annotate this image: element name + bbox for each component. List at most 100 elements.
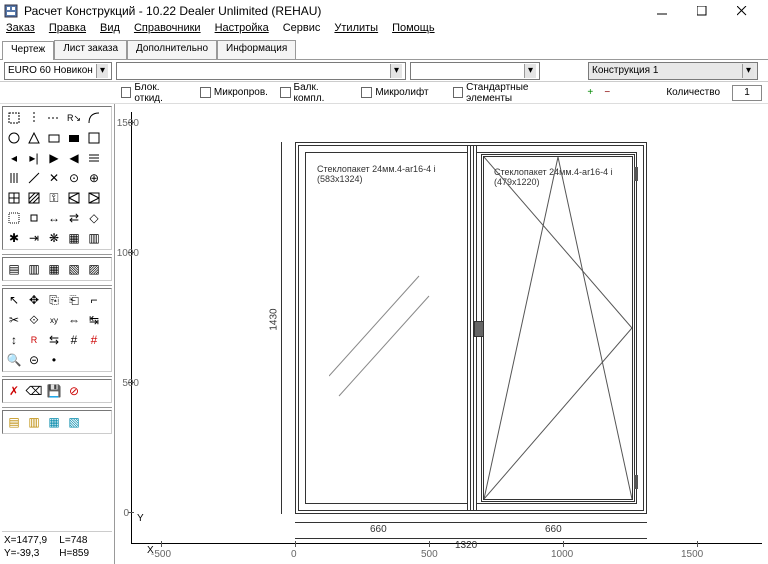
tool-arrow-right[interactable]: ▸| (25, 149, 43, 167)
tool-hatch3[interactable]: ▦ (45, 260, 63, 278)
minus-button[interactable]: − (601, 86, 614, 100)
tab-additional[interactable]: Дополнительно (127, 40, 217, 59)
tool-fill[interactable]: ▦ (65, 229, 83, 247)
tool-x-red[interactable]: ✗ (5, 382, 23, 400)
tool-copy[interactable]: ⎘ (45, 291, 63, 309)
window-controls (648, 2, 764, 20)
tool-arrow-left[interactable]: ◂ (5, 149, 23, 167)
tool-flag-right[interactable]: ▶ (45, 149, 63, 167)
check-balk[interactable]: Балк. компл. (280, 82, 349, 104)
tool-zoom-out[interactable]: ⊝ (25, 351, 43, 369)
quantity-input[interactable] (732, 85, 762, 101)
tool-move-h2[interactable]: ↹ (85, 311, 103, 329)
tool-bracket-l[interactable]: ⌐ (85, 291, 103, 309)
tool-hatch1[interactable]: ▤ (5, 260, 23, 278)
tab-order-sheet[interactable]: Лист заказа (54, 40, 127, 59)
menu-vid[interactable]: Вид (100, 22, 120, 40)
minimize-button[interactable] (648, 2, 676, 20)
tool-square-dashed[interactable] (5, 209, 23, 227)
tool-radius[interactable]: R↘ (65, 109, 83, 127)
tool-line-dashed-h[interactable] (45, 109, 63, 127)
tool-diag[interactable] (25, 169, 43, 187)
tool-target[interactable]: ⊕ (85, 169, 103, 187)
tool-save[interactable]: 💾 (45, 382, 63, 400)
tool-bars-v[interactable] (5, 169, 23, 187)
tool-measure[interactable]: ⟐ (25, 311, 43, 329)
plus-button[interactable]: + (584, 86, 597, 100)
tool-paste[interactable]: ⎗ (65, 291, 83, 309)
tool-pointer[interactable]: ↖ (5, 291, 23, 309)
tool-triangle[interactable] (25, 129, 43, 147)
tool-select-dashed[interactable] (5, 109, 23, 127)
construction-select[interactable]: Конструкция 1 ▾ (588, 62, 758, 80)
tool-hatch5[interactable]: ▨ (85, 260, 103, 278)
tool-cut[interactable]: ⌫ (25, 382, 43, 400)
tool-star-h[interactable]: ✱ (5, 229, 23, 247)
menu-pomosch[interactable]: Помощь (392, 22, 435, 40)
tool-hatch2[interactable]: ▥ (25, 260, 43, 278)
tool-sheet3[interactable]: ▦ (45, 413, 63, 431)
tool-shift[interactable]: ⇆ (45, 331, 63, 349)
tool-rect-fill[interactable] (65, 129, 83, 147)
window-frame[interactable]: Стеклопакет 24мм.4-ar16-4 i(583x1324) Ст… (295, 142, 647, 514)
menu-zakaz[interactable]: Заказ (6, 22, 35, 40)
tool-diamond[interactable]: ◇ (85, 209, 103, 227)
tool-move-h[interactable]: ⇔ (65, 311, 83, 329)
filter3-select[interactable]: ▾ (410, 62, 540, 80)
tool-hash-red[interactable]: # (85, 331, 103, 349)
close-button[interactable] (728, 2, 756, 20)
menu-pravka[interactable]: Правка (49, 22, 86, 40)
check-standard[interactable]: Стандартные элементы (453, 82, 572, 104)
tool-grid2[interactable]: ▥ (85, 229, 103, 247)
tool-arrows-h[interactable]: ↔ (45, 209, 63, 227)
check-micro[interactable]: Микропров. (200, 87, 268, 98)
tool-xy[interactable]: xy (45, 311, 63, 329)
profile-select[interactable]: EURO 60 Новикон ▾ (4, 62, 112, 80)
tool-leaf[interactable]: ❋ (45, 229, 63, 247)
check-microlift[interactable]: Микролифт (361, 87, 428, 98)
menu-servis[interactable]: Сервис (283, 22, 321, 40)
ruler-y-0: 0 (119, 508, 129, 519)
tool-sheet4[interactable]: ▧ (65, 413, 83, 431)
tool-square-small[interactable] (25, 209, 43, 227)
maximize-button[interactable] (688, 2, 716, 20)
menu-utility[interactable]: Утилиты (334, 22, 378, 40)
filter2-select[interactable]: ▾ (116, 62, 406, 80)
tool-zoom-in[interactable]: 🔍 (5, 351, 23, 369)
handle-icon[interactable] (474, 321, 484, 337)
menu-spravochniki[interactable]: Справочники (134, 22, 201, 40)
tool-sheet1[interactable]: ▤ (5, 413, 23, 431)
tool-move-v[interactable]: ↕ (5, 331, 23, 349)
tool-dot[interactable]: • (45, 351, 63, 369)
tool-sash-left[interactable] (65, 189, 83, 207)
tool-circle[interactable] (5, 129, 23, 147)
tool-rect-outline[interactable] (85, 129, 103, 147)
tool-bars-h[interactable] (85, 149, 103, 167)
tool-hatch[interactable] (25, 189, 43, 207)
tool-scissors[interactable]: ✂ (5, 311, 23, 329)
tool-r-red[interactable]: R (25, 331, 43, 349)
tab-info[interactable]: Информация (217, 40, 296, 59)
tool-rect[interactable] (45, 129, 63, 147)
tool-flag-left[interactable]: ◀ (65, 149, 83, 167)
tool-line-dashed-v[interactable] (25, 109, 43, 127)
tab-drawing[interactable]: Чертеж (2, 41, 54, 60)
tool-circle-dot[interactable]: ⊙ (65, 169, 83, 187)
check-blok[interactable]: Блок. откид. (121, 82, 188, 104)
tool-stop[interactable]: ⊘ (65, 382, 83, 400)
tool-sheet2[interactable]: ▥ (25, 413, 43, 431)
tool-arrow-out[interactable]: ⇥ (25, 229, 43, 247)
menu-nastroyka[interactable]: Настройка (215, 22, 269, 40)
tool-hash[interactable]: # (65, 331, 83, 349)
tool-cross[interactable]: ✕ (45, 169, 63, 187)
chevron-down-icon: ▾ (524, 64, 536, 78)
drawing-canvas[interactable]: Y X 1500 1000 500 0 -500 0 500 1000 1500… (115, 104, 768, 564)
tool-sash-right[interactable] (85, 189, 103, 207)
tool-key[interactable]: ⚿ (45, 189, 63, 207)
tool-hatch4[interactable]: ▧ (65, 260, 83, 278)
tool-pan[interactable]: ✥ (25, 291, 43, 309)
sash-right[interactable]: Стеклопакет 24мм.4-ar16-4 i(479x1220) (481, 154, 635, 502)
tool-arrows-in[interactable]: ⇄ (65, 209, 83, 227)
tool-arc[interactable] (85, 109, 103, 127)
tool-grid[interactable] (5, 189, 23, 207)
